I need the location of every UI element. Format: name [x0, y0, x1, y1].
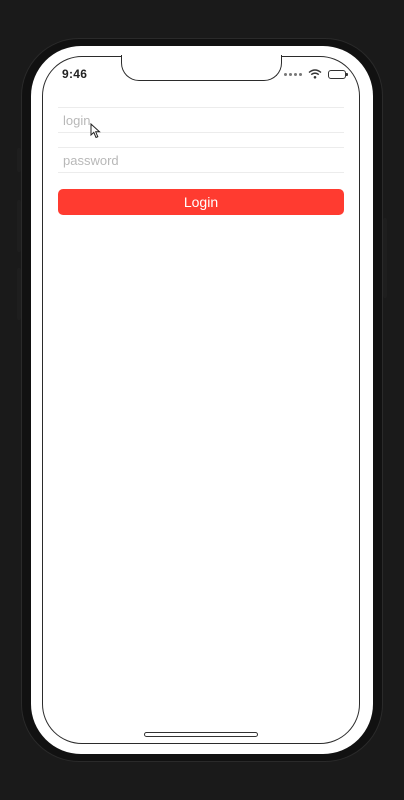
password-input[interactable]	[58, 148, 344, 172]
status-icons	[284, 68, 348, 80]
wifi-icon	[308, 69, 322, 79]
status-time: 9:46	[62, 67, 88, 81]
device-frame: 9:46 Login	[0, 0, 404, 800]
home-indicator[interactable]	[144, 732, 258, 737]
password-field[interactable]	[58, 147, 344, 173]
login-button[interactable]: Login	[58, 189, 344, 215]
notch	[121, 55, 282, 81]
signal-dots-icon	[284, 72, 302, 76]
power-button	[383, 218, 387, 298]
battery-icon	[328, 69, 348, 79]
mouse-pointer-icon	[90, 123, 101, 139]
